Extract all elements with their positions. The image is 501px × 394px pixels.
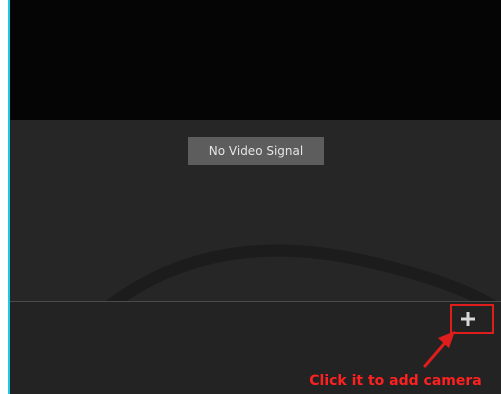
add-camera-highlight bbox=[450, 304, 494, 334]
instruction-callout: Click it to add camera bbox=[309, 373, 482, 389]
video-channel-window[interactable]: SECU No Video Signal bbox=[10, 0, 501, 394]
left-margin bbox=[0, 0, 8, 394]
no-video-signal-label: No Video Signal bbox=[188, 137, 324, 165]
video-display-area bbox=[10, 0, 501, 120]
